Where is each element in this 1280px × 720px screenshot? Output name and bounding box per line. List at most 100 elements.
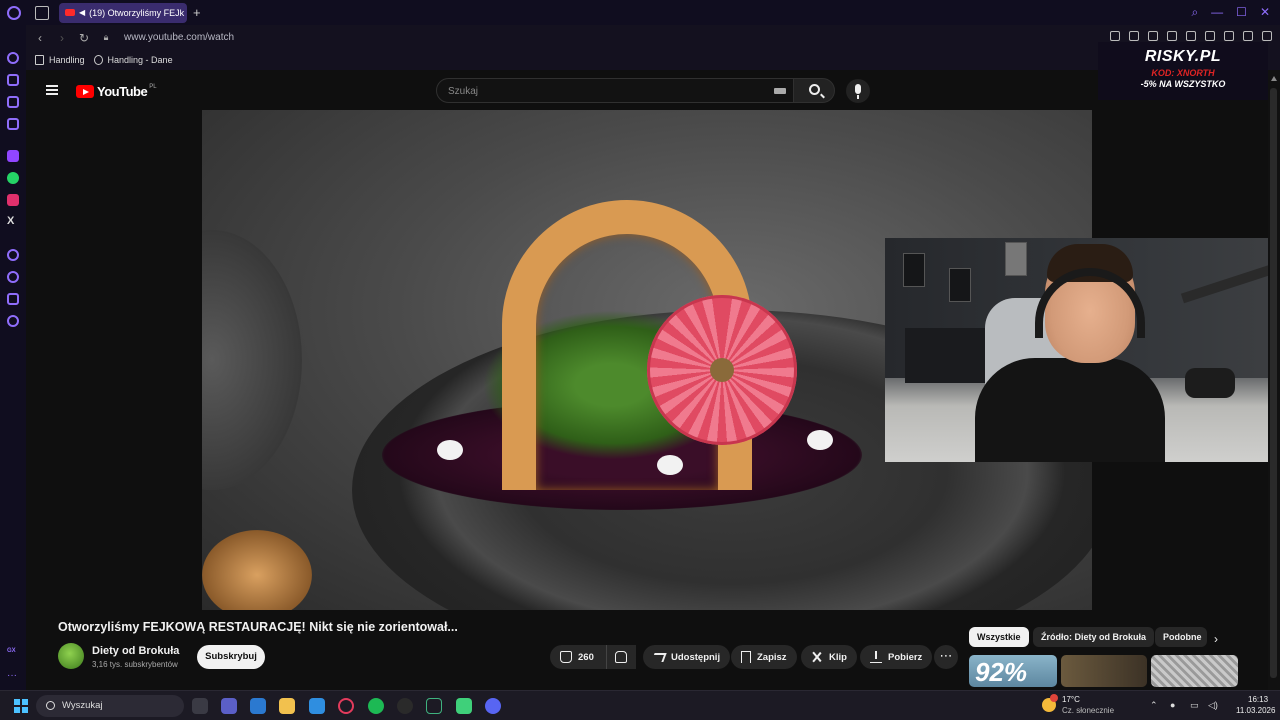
file-explorer-icon[interactable] — [279, 698, 295, 714]
clip-label: Klip — [829, 651, 847, 663]
bookmarks-bar: Handling Handling - Dane — [26, 50, 1280, 70]
minimize-button[interactable]: — — [1211, 5, 1223, 20]
search-tabs-icon[interactable]: ⌕ — [1191, 5, 1198, 20]
lock-icon: 🔒︎ — [103, 32, 109, 42]
task-view-icon[interactable] — [192, 698, 208, 714]
download-icon[interactable] — [1224, 31, 1234, 41]
goat-cheese — [807, 430, 833, 450]
camera-icon[interactable] — [1148, 31, 1158, 41]
subscribe-button[interactable]: Subskrybuj — [197, 645, 265, 669]
opera-logo-icon[interactable] — [7, 5, 21, 20]
cast-icon[interactable] — [1167, 31, 1177, 41]
search-input[interactable]: Szukaj — [436, 78, 794, 103]
extensions-icon[interactable] — [7, 293, 19, 305]
excel-icon[interactable] — [426, 698, 442, 714]
thumbnail-text: 92% — [975, 657, 1028, 687]
weather-temperature[interactable]: 17°C — [1062, 695, 1080, 704]
close-button[interactable]: ✕ — [1260, 5, 1270, 20]
pin-icon[interactable] — [1110, 31, 1120, 41]
settings-icon[interactable] — [7, 315, 19, 327]
chevron-up-icon[interactable]: ⌃ — [1150, 700, 1158, 711]
goat-cheese — [437, 440, 463, 460]
spotify-icon[interactable] — [368, 698, 384, 714]
opera-gx-icon[interactable] — [338, 698, 354, 714]
tab-menu-icon[interactable] — [35, 5, 49, 20]
wall-poster — [949, 268, 971, 302]
url-field[interactable]: www.youtube.com/watch — [124, 32, 234, 43]
channel-avatar[interactable] — [58, 643, 84, 669]
windows-start-icon[interactable] — [14, 699, 28, 713]
back-icon[interactable]: ‹ — [32, 31, 48, 45]
microphone-icon[interactable]: ● — [1170, 700, 1175, 710]
app-icon[interactable] — [397, 698, 413, 714]
player-icon[interactable] — [7, 249, 19, 261]
snapshot-icon[interactable] — [1129, 31, 1139, 41]
dislike-button[interactable] — [606, 645, 636, 669]
discord-icon[interactable] — [485, 698, 501, 714]
clock-date[interactable]: 11.03.2026 — [1236, 706, 1275, 715]
more-sidebar-icon[interactable]: ··· — [7, 670, 19, 682]
clock-time[interactable]: 16:13 — [1248, 695, 1268, 704]
download-button[interactable]: Pobierz — [860, 645, 933, 669]
history-icon[interactable] — [7, 271, 19, 283]
streamer-body — [975, 358, 1165, 462]
taskbar-search[interactable]: Wyszukaj — [36, 695, 184, 717]
aria-icon[interactable] — [7, 52, 19, 64]
chip-source[interactable]: Źródło: Diety od Brokuła — [1033, 627, 1155, 647]
store-icon[interactable] — [250, 698, 266, 714]
reload-icon[interactable]: ↻ — [76, 31, 92, 45]
voice-search-button[interactable] — [846, 79, 870, 103]
channel-name[interactable]: Diety od Brokuła — [92, 645, 179, 657]
display-icon[interactable]: ▭ — [1190, 700, 1199, 711]
vpn-icon[interactable] — [1186, 31, 1196, 41]
sponsor-banner: RISKY.PL KOD: XNORTH -5% NA WSZYSTKO — [1098, 42, 1268, 100]
instagram-icon[interactable] — [7, 194, 19, 206]
chat-app-icon[interactable] — [456, 698, 472, 714]
search-button[interactable] — [793, 78, 835, 103]
globe-icon — [93, 55, 103, 65]
workspaces-icon[interactable] — [7, 74, 19, 86]
x-twitter-icon[interactable]: X — [7, 215, 19, 227]
sponsor-brand: RISKY.PL — [1144, 48, 1222, 65]
share-button[interactable]: Udostępnij — [643, 645, 731, 669]
keyboard-icon[interactable] — [774, 88, 786, 94]
tab-youtube[interactable]: ◀ (19) Otworzyliśmy FEJk — [59, 2, 187, 23]
scissors-icon — [811, 651, 823, 663]
twitch-icon[interactable] — [7, 150, 19, 162]
gallery-icon[interactable] — [1205, 31, 1215, 41]
recommended-thumbnail[interactable] — [1061, 655, 1147, 687]
weather-condition[interactable]: Cz. słonecznie — [1062, 706, 1114, 715]
chip-all[interactable]: Wszystkie — [969, 627, 1029, 647]
hamburger-menu-icon[interactable] — [46, 85, 58, 95]
more-actions-button[interactable]: ⋯ — [934, 645, 958, 669]
gx-icon[interactable]: GX — [7, 648, 19, 660]
youtube-logo[interactable]: YouTube PL — [76, 84, 157, 99]
wall-poster — [903, 253, 925, 287]
recommended-thumbnail[interactable]: 92% — [969, 655, 1057, 687]
teams-icon[interactable] — [221, 698, 237, 714]
volume-icon[interactable]: ◁) — [1208, 700, 1218, 711]
page-scrollbar[interactable] — [1268, 70, 1280, 690]
menu-icon[interactable] — [1262, 31, 1272, 41]
ai-icon[interactable] — [1243, 31, 1253, 41]
scrollbar-thumb[interactable] — [1270, 88, 1277, 678]
bookmark-handling-dane[interactable]: Handling - Dane — [93, 55, 173, 65]
notes-icon[interactable] — [7, 118, 19, 130]
region-code: PL — [149, 84, 157, 90]
speaker-icon[interactable]: ◀ — [79, 8, 85, 17]
wallet-icon[interactable] — [7, 96, 19, 108]
forward-icon[interactable]: › — [54, 31, 70, 45]
chip-similar[interactable]: Podobne — [1155, 627, 1207, 647]
share-label: Udostępnij — [671, 651, 721, 663]
recommended-thumbnail[interactable] — [1151, 655, 1238, 687]
bookmark-handling[interactable]: Handling — [35, 55, 85, 65]
maximize-button[interactable]: ☐ — [1236, 5, 1247, 20]
mail-icon[interactable] — [309, 698, 325, 714]
whatsapp-icon[interactable] — [7, 172, 19, 184]
clip-button[interactable]: Klip — [801, 645, 857, 669]
thumbs-up-icon — [560, 651, 572, 663]
chevron-right-icon[interactable]: › — [1214, 632, 1218, 646]
save-button[interactable]: Zapisz — [731, 645, 797, 669]
new-tab-button[interactable]: + — [193, 5, 201, 20]
bookmark-label: Handling — [49, 55, 85, 65]
